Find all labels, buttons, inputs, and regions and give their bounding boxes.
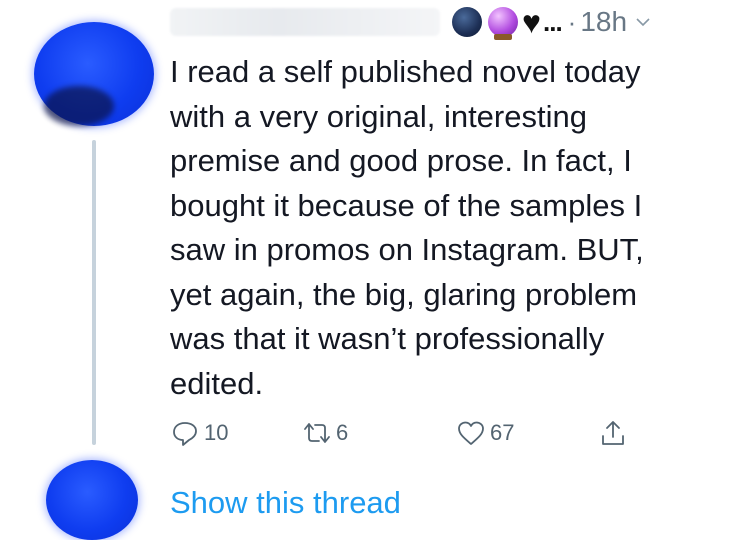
- black-heart-emoji-icon: ♥: [522, 4, 541, 40]
- thread-author-avatar[interactable]: [46, 460, 138, 540]
- tweet-action-bar: 10 6 67: [170, 418, 650, 458]
- globe-emoji-icon: [452, 7, 482, 37]
- author-name-redacted[interactable]: [170, 8, 440, 36]
- name-truncation-ellipsis: ...: [543, 6, 563, 37]
- share-icon: [602, 421, 624, 445]
- thread-connector-line: [92, 140, 96, 445]
- retweet-icon: [304, 423, 330, 443]
- retweet-count: 6: [336, 420, 349, 445]
- like-button[interactable]: 67: [456, 418, 514, 448]
- retweet-button[interactable]: 6: [302, 418, 348, 448]
- tweet-body-text: I read a self published novel today with…: [170, 54, 644, 401]
- header-separator: ·: [567, 6, 577, 37]
- crystal-ball-emoji-icon: [488, 7, 518, 40]
- reply-icon: [173, 422, 197, 446]
- show-thread-link[interactable]: Show this thread: [170, 485, 401, 521]
- heart-icon: [458, 421, 484, 445]
- tweet-header: ♥ ... · 18h: [170, 2, 730, 42]
- share-button[interactable]: [598, 418, 628, 448]
- chevron-down-icon[interactable]: [635, 14, 651, 30]
- reply-count: 10: [204, 420, 229, 445]
- author-avatar[interactable]: [34, 22, 154, 126]
- reply-button[interactable]: 10: [170, 418, 228, 448]
- like-count: 67: [490, 420, 515, 445]
- tweet-timestamp[interactable]: 18h: [580, 6, 627, 38]
